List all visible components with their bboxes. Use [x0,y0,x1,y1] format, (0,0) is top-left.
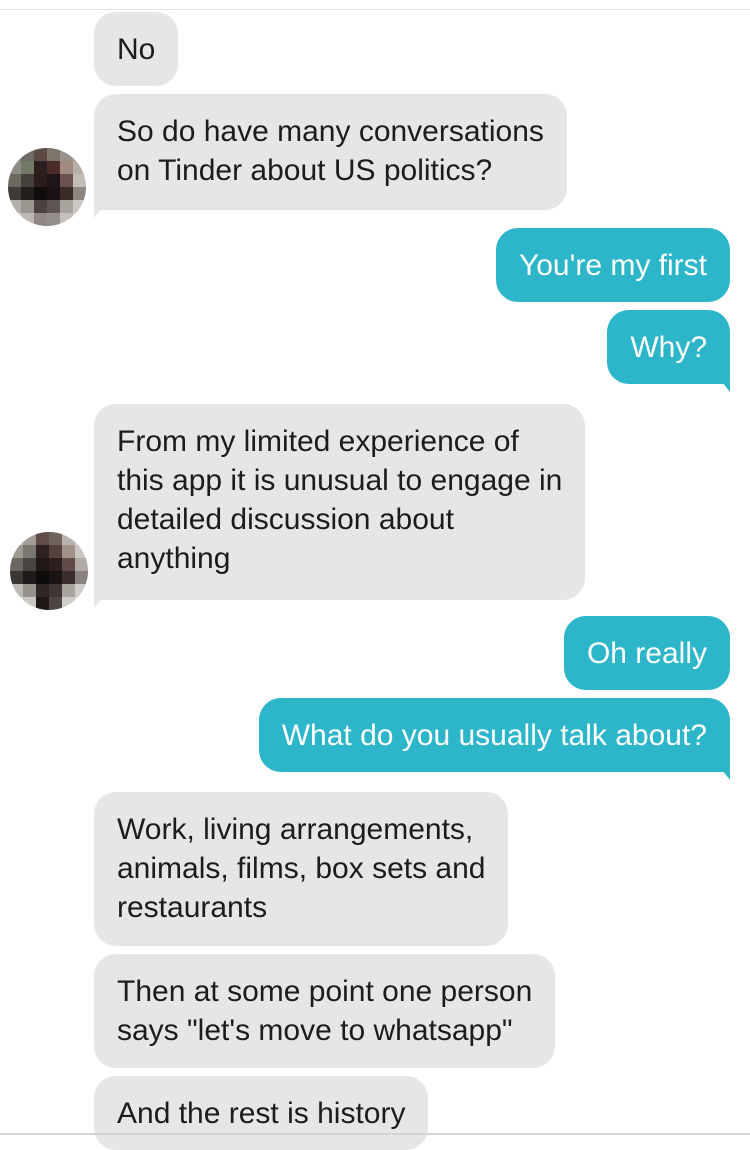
message-text: No [117,33,156,66]
message-text: Oh really [586,637,707,670]
message-text-line: From my limited experience of [117,425,519,458]
message-text: Why? [630,331,707,364]
message-text-line: detailed discussion about [117,503,454,536]
message-text-line: anything [117,542,231,575]
message-text-line: restaurants [117,891,268,924]
message-text-line: animals, films, box sets and [117,852,486,885]
avatar[interactable] [8,148,86,226]
message-bubble-incoming[interactable]: So do have many conversations on Tinder … [94,94,567,218]
message-text: You're my first [518,249,707,282]
message-text-line: this app it is unusual to engage in [117,464,563,497]
message-text: And the rest is history [117,1097,406,1130]
message-bubble-incoming[interactable]: From my limited experience of this app i… [94,404,586,608]
message-bubble-incoming[interactable]: Then at some point one person says "let'… [94,954,556,1068]
top-divider [0,9,750,10]
message-text-line: Then at some point one person [117,975,533,1008]
message-bubble-incoming[interactable]: No [94,12,179,86]
message-text-line: on Tinder about US politics? [117,154,493,187]
message-bubble-outgoing[interactable]: What do you usually talk about? [258,698,731,780]
message-text-line: says "let's move to whatsapp" [117,1014,513,1047]
message-text-line: Work, living arrangements, [117,813,474,846]
message-text: What do you usually talk about? [281,719,707,752]
message-bubble-incoming[interactable]: And the rest is history [94,1076,429,1150]
message-text-line: So do have many conversations [117,115,544,148]
message-bubble-outgoing[interactable]: You're my first [495,228,730,302]
message-bubble-incoming[interactable]: Work, living arrangements, animals, film… [94,792,509,946]
avatar[interactable] [10,532,88,610]
message-bubble-outgoing[interactable]: Oh really [563,616,730,690]
message-bubble-outgoing[interactable]: Why? [607,310,730,392]
